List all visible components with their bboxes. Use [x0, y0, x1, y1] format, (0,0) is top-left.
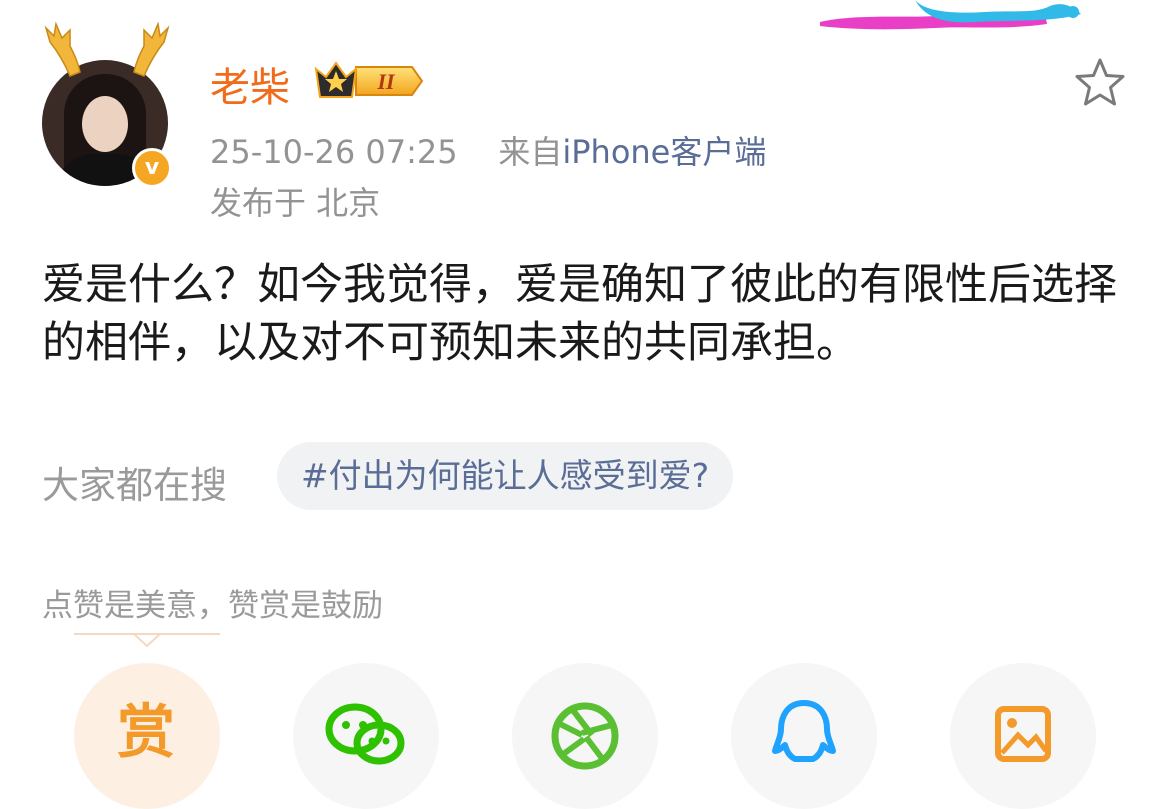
post-body: 爱是什么？如今我觉得，爱是确知了彼此的有限性后选择的相伴，以及对不可预知未来的共…: [42, 260, 1117, 368]
decor-splash: [820, 0, 1081, 30]
moments-icon: [551, 702, 619, 770]
caption-pointer: [74, 633, 220, 648]
trending-tag-button[interactable]: #付出为何能让人感受到爱?: [277, 442, 734, 510]
share-qq-button[interactable]: [731, 663, 877, 809]
save-image-icon: [995, 706, 1051, 762]
verified-badge-icon: v: [132, 148, 172, 188]
post-location: 发布于 北京: [210, 184, 381, 222]
reward-icon: 赏: [117, 698, 176, 766]
trending-label: 大家都在搜: [42, 464, 227, 507]
post-meta: 25-10-26 07:25 来自iPhone客户端: [210, 127, 766, 173]
share-moments-button[interactable]: [512, 663, 658, 809]
antler-frame-icon: [44, 21, 170, 77]
reward-caption: 点赞是美意，赞赏是鼓励: [42, 588, 383, 624]
wechat-icon: [325, 703, 405, 765]
user-avatar[interactable]: v: [40, 18, 175, 188]
share-action-row: 赏: [0, 663, 1170, 809]
post-timestamp: 25-10-26 07:25: [210, 133, 458, 171]
username[interactable]: 老柴: [210, 55, 290, 113]
share-wechat-button[interactable]: [293, 663, 439, 809]
crown-level-icon[interactable]: II: [312, 57, 424, 103]
from-label: 来自: [498, 133, 563, 171]
reward-button[interactable]: 赏: [74, 663, 220, 809]
save-image-button[interactable]: [950, 663, 1096, 809]
favorite-star-icon[interactable]: [1073, 56, 1127, 110]
vip-level-text: II: [376, 69, 396, 94]
qq-icon: [772, 700, 836, 762]
post-source-link[interactable]: iPhone客户端: [562, 133, 766, 171]
